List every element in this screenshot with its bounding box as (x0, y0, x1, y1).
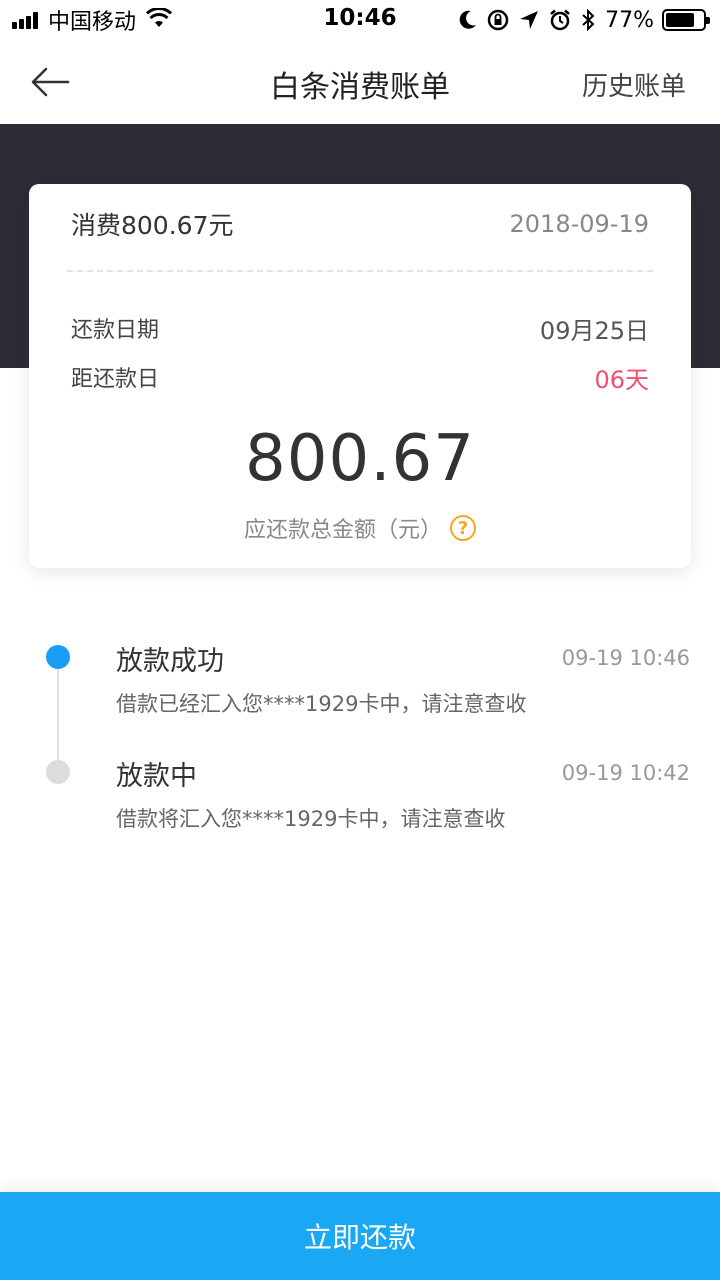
card-header: 消费800.67元 2018-09-19 (71, 204, 649, 244)
status-right: 77% (449, 6, 710, 34)
battery-percent: 77% (605, 7, 654, 33)
status-bar: 中国移动 10:46 77% (0, 0, 720, 40)
battery-nub (706, 17, 710, 24)
battery-icon (662, 9, 710, 31)
timeline-item: 放款中 09-19 10:42 借款将汇入您****1929卡中，请注意查收 (116, 753, 690, 833)
nav-bar: 白条消费账单 历史账单 (0, 40, 720, 124)
repay-date-label: 还款日期 (71, 318, 160, 343)
timeline-desc: 借款将汇入您****1929卡中，请注意查收 (116, 807, 506, 831)
repay-now-button[interactable]: 立即还款 (0, 1192, 720, 1280)
rotation-lock-icon (487, 9, 509, 31)
loan-timeline: 放款成功 09-19 10:46 借款已经汇入您****1929卡中，请注意查收… (0, 620, 720, 860)
history-bill-link[interactable]: 历史账单 (582, 66, 686, 103)
moon-icon (459, 10, 477, 30)
alarm-icon (549, 9, 571, 31)
total-amount-label: 应还款总金额（元） (243, 518, 442, 543)
question-circle-icon[interactable]: ? (450, 515, 476, 541)
timeline-time: 09-19 10:42 (561, 761, 690, 785)
consume-amount: 消费800.67元 (71, 211, 234, 240)
battery-fill (666, 13, 694, 27)
repay-date-row: 还款日期 09月25日 (71, 310, 649, 346)
days-left-row: 距还款日 06天 (71, 359, 649, 395)
timeline-title: 放款中 (116, 760, 197, 792)
timeline-dot-inactive (46, 760, 70, 784)
total-amount: 800.67 (245, 422, 475, 496)
days-left-value: 06天 (594, 365, 649, 394)
bill-card: 消费800.67元 2018-09-19 还款日期 09月25日 距还款日 06… (29, 184, 691, 568)
timeline-title: 放款成功 (116, 645, 224, 677)
timeline-item: 放款成功 09-19 10:46 借款已经汇入您****1929卡中，请注意查收 (116, 638, 690, 718)
bill-date: 2018-09-19 (509, 210, 649, 238)
timeline-desc: 借款已经汇入您****1929卡中，请注意查收 (116, 692, 527, 716)
timeline-line (57, 660, 59, 772)
timeline-time: 09-19 10:46 (561, 646, 690, 670)
total-amount-caption: 应还款总金额（元） ? (29, 512, 691, 544)
bluetooth-icon (581, 9, 595, 31)
timeline-dot-active (46, 645, 70, 669)
repay-date-value: 09月25日 (539, 316, 649, 345)
location-icon (519, 10, 539, 30)
dashed-divider (67, 270, 653, 272)
days-left-label: 距还款日 (71, 367, 160, 392)
